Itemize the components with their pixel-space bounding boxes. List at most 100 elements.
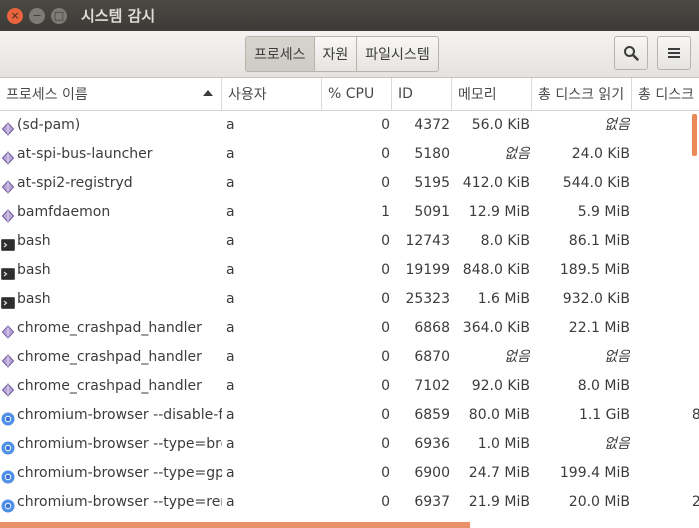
cpu-cell: 0: [381, 378, 390, 394]
pid-cell: 5195: [414, 175, 450, 191]
table-row[interactable]: chromium-browser --type=gpu-a 0 6900 24.7 M…: [0, 459, 699, 488]
table-row[interactable]: chromium-browser --type=renc a 0 6937 21.9 M…: [0, 488, 699, 517]
menu-button[interactable]: [657, 36, 691, 70]
disk-write-cell: 212.0: [691, 494, 699, 510]
column-label: 프로세스 이름: [6, 87, 88, 103]
column-label: % CPU: [328, 86, 375, 102]
memory-cell: 92.0 KiB: [471, 378, 530, 394]
process-name: bash: [17, 262, 51, 278]
table-row[interactable]: chrome_crashpad_handler a 0 7102 92.0 KiB 8.0…: [0, 372, 699, 401]
disk-read-cell: 24.0 KiB: [571, 146, 630, 162]
table-row[interactable]: chrome_crashpad_handler a 0 6870 없음 없음: [0, 343, 699, 372]
minimize-window-button[interactable]: −: [29, 7, 45, 24]
table-row[interactable]: (sd-pam) a 0 4372 56.0 KiB 없음: [0, 111, 699, 140]
column-label: ID: [398, 86, 413, 102]
tab-resources[interactable]: 자원: [314, 36, 358, 72]
process-name-cell: bash: [0, 227, 222, 256]
process-icon: [1, 205, 15, 223]
pid-cell: 19199: [405, 262, 450, 278]
disk-write-cell: 880.2: [691, 407, 699, 423]
table-row[interactable]: bash a 0 19199 848.0 KiB 189.5 MiB2.7: [0, 256, 699, 285]
maximize-icon: □: [53, 9, 65, 22]
chromium-icon: [1, 495, 15, 513]
table-row[interactable]: chrome_crashpad_handler a 0 6868 364.0 KiB 22…: [0, 314, 699, 343]
disk-write-cell: 4.0: [632, 459, 699, 488]
table-row[interactable]: at-spi2-registryd a 0 5195 412.0 KiB 544.0 Ki…: [0, 169, 699, 198]
process-name: bash: [17, 291, 51, 307]
tab-processes[interactable]: 프로세스: [245, 36, 315, 72]
process-list[interactable]: (sd-pam) a 0 4372 56.0 KiB 없음 at-spi-bus-launc…: [0, 111, 699, 528]
column-header-id[interactable]: ID: [392, 78, 452, 110]
process-name: chrome_crashpad_handler: [17, 378, 202, 394]
process-name-cell: at-spi-bus-launcher: [0, 140, 222, 169]
table-row[interactable]: chromium-browser --disable-fe a 0 6859 80.0 …: [0, 401, 699, 430]
column-label: 총 디스크 읽기: [538, 87, 625, 103]
column-header-user[interactable]: 사용자: [222, 78, 322, 110]
disk-write-cell: 2.7: [632, 256, 699, 285]
view-switcher: 프로세스 자원 파일시스템: [245, 36, 439, 72]
column-label: 메모리: [458, 87, 497, 103]
memory-cell: 412.0 KiB: [462, 175, 530, 191]
minimize-icon: −: [32, 9, 42, 22]
cpu-cell: 0: [381, 436, 390, 452]
process-name: chrome_crashpad_handler: [17, 320, 202, 336]
pid-cell: 12743: [405, 233, 450, 249]
cpu-cell: 0: [381, 146, 390, 162]
process-name: bamfdaemon: [17, 204, 111, 220]
cpu-cell: 0: [381, 349, 390, 365]
close-window-button[interactable]: ×: [7, 7, 23, 24]
memory-cell: 8.0 KiB: [480, 233, 530, 249]
process-name: chromium-browser --type=brok: [17, 436, 222, 452]
column-label: 사용자: [228, 87, 267, 103]
selected-row-highlight: [0, 522, 470, 528]
column-header-disk-read[interactable]: 총 디스크 읽기: [532, 78, 632, 110]
disk-write-cell: [632, 430, 699, 459]
chromium-icon: [1, 408, 15, 426]
title-bar: × − □ 시스템 감시: [0, 0, 699, 31]
user-cell: a: [226, 117, 235, 133]
scrollbar-thumb[interactable]: [692, 114, 697, 156]
process-icon: [1, 379, 15, 397]
table-row[interactable]: bash a 0 25323 1.6 MiB 932.0 KiB: [0, 285, 699, 314]
process-name-cell: chromium-browser --disable-fe: [0, 401, 222, 430]
disk-read-cell: 1.1 GiB: [578, 407, 630, 423]
pid-cell: 6870: [414, 349, 450, 365]
disk-read-cell: 189.5 MiB: [559, 262, 630, 278]
column-header-cpu[interactable]: % CPU: [322, 78, 392, 110]
user-cell: a: [226, 291, 235, 307]
terminal-icon: [1, 263, 15, 280]
cpu-cell: 0: [381, 465, 390, 481]
table-row[interactable]: bash a 0 12743 8.0 KiB 86.1 MiB1.5: [0, 227, 699, 256]
cpu-cell: 0: [381, 320, 390, 336]
user-cell: a: [226, 146, 235, 162]
close-icon: ×: [10, 9, 20, 22]
tab-filesystems[interactable]: 파일시스템: [357, 36, 439, 72]
table-row[interactable]: bamfdaemon a 1 5091 12.9 MiB 5.9 MiB: [0, 198, 699, 227]
memory-cell: 848.0 KiB: [462, 262, 530, 278]
cpu-cell: 0: [381, 494, 390, 510]
process-name-cell: chrome_crashpad_handler: [0, 314, 222, 343]
cpu-cell: 0: [381, 233, 390, 249]
maximize-window-button[interactable]: □: [51, 7, 67, 24]
user-cell: a: [226, 436, 235, 452]
chromium-icon: [1, 437, 15, 455]
cpu-cell: 0: [381, 291, 390, 307]
table-row[interactable]: chromium-browser --type=brok a 0 6936 1.0 Mi…: [0, 430, 699, 459]
user-cell: a: [226, 407, 235, 423]
memory-cell: 21.9 MiB: [468, 494, 530, 510]
process-name: chromium-browser --type=renc: [17, 494, 222, 510]
column-header-disk-write[interactable]: 총 디스크: [632, 78, 699, 110]
table-row[interactable]: at-spi-bus-launcher a 0 5180 없음 24.0 KiB: [0, 140, 699, 169]
disk-write-cell: [632, 140, 699, 169]
sort-ascending-icon: [203, 90, 213, 96]
search-button[interactable]: [614, 36, 648, 70]
terminal-icon: [1, 292, 15, 309]
process-name-cell: bamfdaemon: [0, 198, 222, 227]
process-name: chromium-browser --disable-fe: [17, 407, 222, 423]
process-name: (sd-pam): [17, 117, 81, 133]
disk-write-cell: [632, 343, 699, 372]
column-header-process-name[interactable]: 프로세스 이름: [0, 78, 222, 110]
column-header-memory[interactable]: 메모리: [452, 78, 532, 110]
memory-cell: 80.0 MiB: [468, 407, 530, 423]
disk-write-cell: [632, 198, 699, 227]
